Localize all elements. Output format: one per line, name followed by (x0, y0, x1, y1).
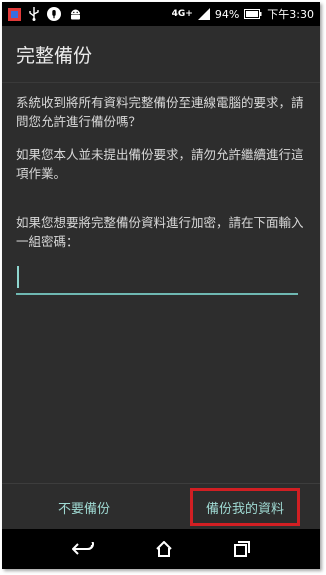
backup-request-message: 系統收到將所有資料完整備份至連線電腦的要求，請問您允許進行備份嗎？ (16, 95, 304, 129)
battery-percent: 94% (214, 7, 240, 21)
dialog-buttons: 不要備份 備份我的資料 (2, 483, 320, 530)
screen: 4G+ 94% 下午3:30 完整備份 系統收到將所有資料完整備份至連線電腦的要… (2, 2, 320, 569)
text-cursor (17, 266, 19, 288)
backup-my-data-button[interactable]: 備份我的資料 (190, 488, 300, 526)
home-icon[interactable] (155, 541, 173, 557)
dialog-body: 系統收到將所有資料完整備份至連線電腦的要求，請問您允許進行備份嗎？ 如果您本人並… (2, 83, 320, 295)
usb-icon (29, 7, 39, 21)
battery-icon (244, 9, 262, 19)
dont-backup-button[interactable]: 不要備份 (2, 484, 166, 530)
dialog-title: 完整備份 (2, 26, 320, 83)
android-icon (69, 8, 82, 21)
password-field[interactable] (16, 261, 298, 295)
status-bar: 4G+ 94% 下午3:30 (2, 2, 320, 26)
signal-icon (197, 8, 210, 20)
recent-apps-icon[interactable] (233, 541, 250, 557)
network-type: 4G+ (171, 9, 193, 19)
encryption-prompt: 如果您想要將完整備份資料進行加密，請在下面輸入一組密碼： (16, 215, 304, 249)
voice-mic-icon (47, 7, 61, 21)
app-notification-icon (8, 7, 21, 21)
clock: 下午3:30 (267, 8, 314, 21)
back-icon[interactable] (72, 542, 95, 556)
navigation-bar (2, 529, 320, 569)
backup-warning-message: 如果您本人並未提出備份要求，請勿允許繼續進行這項作業。 (16, 147, 304, 181)
